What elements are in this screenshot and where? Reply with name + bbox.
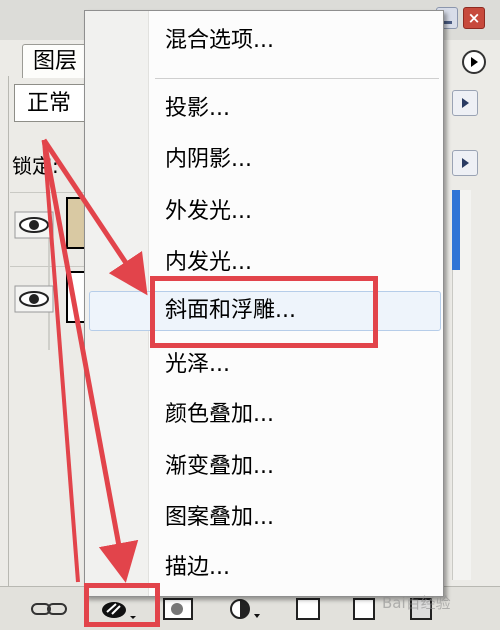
- eye-icon[interactable]: [14, 211, 54, 239]
- menu-item-outer-glow[interactable]: 外发光...: [89, 192, 441, 232]
- menu-item-pattern-overlay[interactable]: 图案叠加...: [89, 498, 441, 538]
- highlight-box-fx-button: [84, 583, 160, 627]
- fill-arrow-icon[interactable]: [452, 150, 478, 176]
- new-layer-icon[interactable]: [353, 598, 375, 620]
- opacity-arrow-icon[interactable]: [452, 90, 478, 116]
- eye-icon[interactable]: [14, 285, 54, 313]
- menu-item-color-overlay[interactable]: 颜色叠加...: [89, 395, 441, 435]
- highlight-box-bevel-emboss: [150, 276, 378, 348]
- layers-scroll-thumb[interactable]: [452, 190, 460, 270]
- watermark: Bai百经验: [382, 594, 451, 612]
- menu-separator: [155, 78, 439, 79]
- layer-row[interactable]: [10, 266, 92, 329]
- add-mask-icon[interactable]: [163, 598, 193, 620]
- new-group-icon[interactable]: [296, 598, 320, 620]
- menu-item-drop-shadow[interactable]: 投影...: [89, 89, 441, 129]
- menu-item-blending-options[interactable]: 混合选项...: [89, 21, 441, 61]
- layer-row[interactable]: [10, 192, 92, 255]
- menu-item-satin[interactable]: 光泽...: [89, 345, 441, 385]
- adjustment-layer-icon[interactable]: [228, 598, 262, 620]
- menu-item-inner-shadow[interactable]: 内阴影...: [89, 140, 441, 180]
- menu-item-gradient-overlay[interactable]: 渐变叠加...: [89, 447, 441, 487]
- link-layers-icon[interactable]: [30, 598, 70, 620]
- lock-label: 锁定:: [12, 154, 59, 178]
- menu-item-stroke[interactable]: 描边...: [89, 548, 441, 588]
- close-icon[interactable]: ×: [463, 7, 485, 29]
- panel-menu-icon[interactable]: [462, 50, 486, 74]
